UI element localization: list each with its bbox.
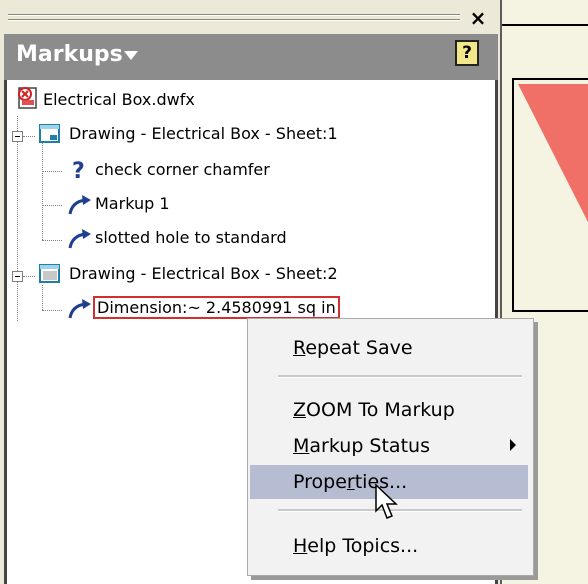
grip-line xyxy=(8,20,460,21)
tree-connector xyxy=(23,276,35,277)
close-panel-button[interactable]: × xyxy=(466,6,490,30)
sheet-label: Drawing - Electrical Box - Sheet:2 xyxy=(69,264,338,283)
context-menu: Repeat Save ZOOM To Markup Markup Status… xyxy=(247,318,534,576)
canvas-border xyxy=(502,24,588,26)
menu-item-zoom-to-markup[interactable]: ZOOM To Markup xyxy=(250,393,528,427)
drawing-triangle-shape xyxy=(518,84,588,223)
tree-markup-item[interactable]: ? check corner chamfer xyxy=(67,154,467,188)
tree-connector xyxy=(42,171,62,172)
collapse-toggle[interactable] xyxy=(12,131,23,142)
markup-label: Markup 1 xyxy=(95,194,170,213)
sheet-icon xyxy=(39,124,60,143)
tree-root-item[interactable]: Electrical Box.dwfx xyxy=(15,84,315,118)
tree-sheet-item[interactable]: Drawing - Electrical Box - Sheet:1 xyxy=(39,118,479,152)
menu-item-label: Markup Status xyxy=(293,435,430,457)
menu-accelerator: H xyxy=(293,535,308,557)
markup-label: check corner chamfer xyxy=(95,160,270,179)
tree-connector xyxy=(42,140,43,240)
tree-connector xyxy=(17,116,18,321)
tree-connector xyxy=(23,136,35,137)
panel-header: Markups ? xyxy=(4,34,498,80)
menu-label-text: elp Topics... xyxy=(307,535,419,557)
selected-markup-label: Dimension:~ 2.4580991 sq in xyxy=(93,296,340,319)
drawing-sheet xyxy=(512,78,588,312)
menu-item-label: Repeat Save xyxy=(293,337,413,359)
menu-separator xyxy=(278,509,522,512)
tree-root-label: Electrical Box.dwfx xyxy=(43,90,195,109)
dwfx-file-icon xyxy=(18,87,37,109)
markup-arrow-icon xyxy=(68,299,91,319)
tree-sheet-item[interactable]: Drawing - Electrical Box - Sheet:2 xyxy=(39,258,479,292)
panel-title[interactable]: Markups xyxy=(16,42,123,67)
markup-arrow-icon xyxy=(68,229,91,249)
mouse-cursor-icon xyxy=(375,483,398,519)
menu-label-text: Prope xyxy=(293,471,347,493)
sheet-label: Drawing - Electrical Box - Sheet:1 xyxy=(69,124,338,143)
menu-item-help-topics[interactable]: Help Topics... xyxy=(250,529,528,563)
menu-accelerator: r xyxy=(346,471,355,493)
menu-item-label: ZOOM To Markup xyxy=(293,399,455,421)
sheet-icon xyxy=(39,264,60,283)
tree-connector xyxy=(42,205,62,206)
menu-separator xyxy=(278,375,522,378)
markup-arrow-icon xyxy=(68,195,91,215)
menu-label-text: arkup Status xyxy=(309,435,430,457)
menu-accelerator: M xyxy=(293,435,310,457)
menu-label-text: epeat Save xyxy=(305,337,413,359)
menu-item-repeat-save[interactable]: Repeat Save xyxy=(250,331,528,365)
help-button[interactable]: ? xyxy=(455,40,479,66)
grip-line xyxy=(8,15,460,16)
menu-item-label: Help Topics... xyxy=(293,535,418,557)
panel-grip-bar[interactable]: × xyxy=(0,0,500,34)
menu-accelerator: R xyxy=(293,337,306,359)
submenu-arrow-icon xyxy=(510,439,516,451)
tree-markup-item[interactable]: slotted hole to standard xyxy=(67,222,467,256)
svg-text:?: ? xyxy=(72,159,85,182)
menu-accelerator: Z xyxy=(293,399,307,421)
menu-item-markup-status[interactable]: Markup Status xyxy=(250,429,528,463)
menu-label-text: OOM To Markup xyxy=(306,399,455,421)
markup-label: slotted hole to standard xyxy=(95,228,287,247)
collapse-toggle[interactable] xyxy=(12,271,23,282)
tree-connector xyxy=(42,240,62,241)
question-icon: ? xyxy=(72,159,85,182)
dropdown-arrow-icon[interactable] xyxy=(124,51,138,60)
tree-markup-item[interactable]: Markup 1 xyxy=(67,188,467,222)
tree-connector xyxy=(42,310,62,311)
